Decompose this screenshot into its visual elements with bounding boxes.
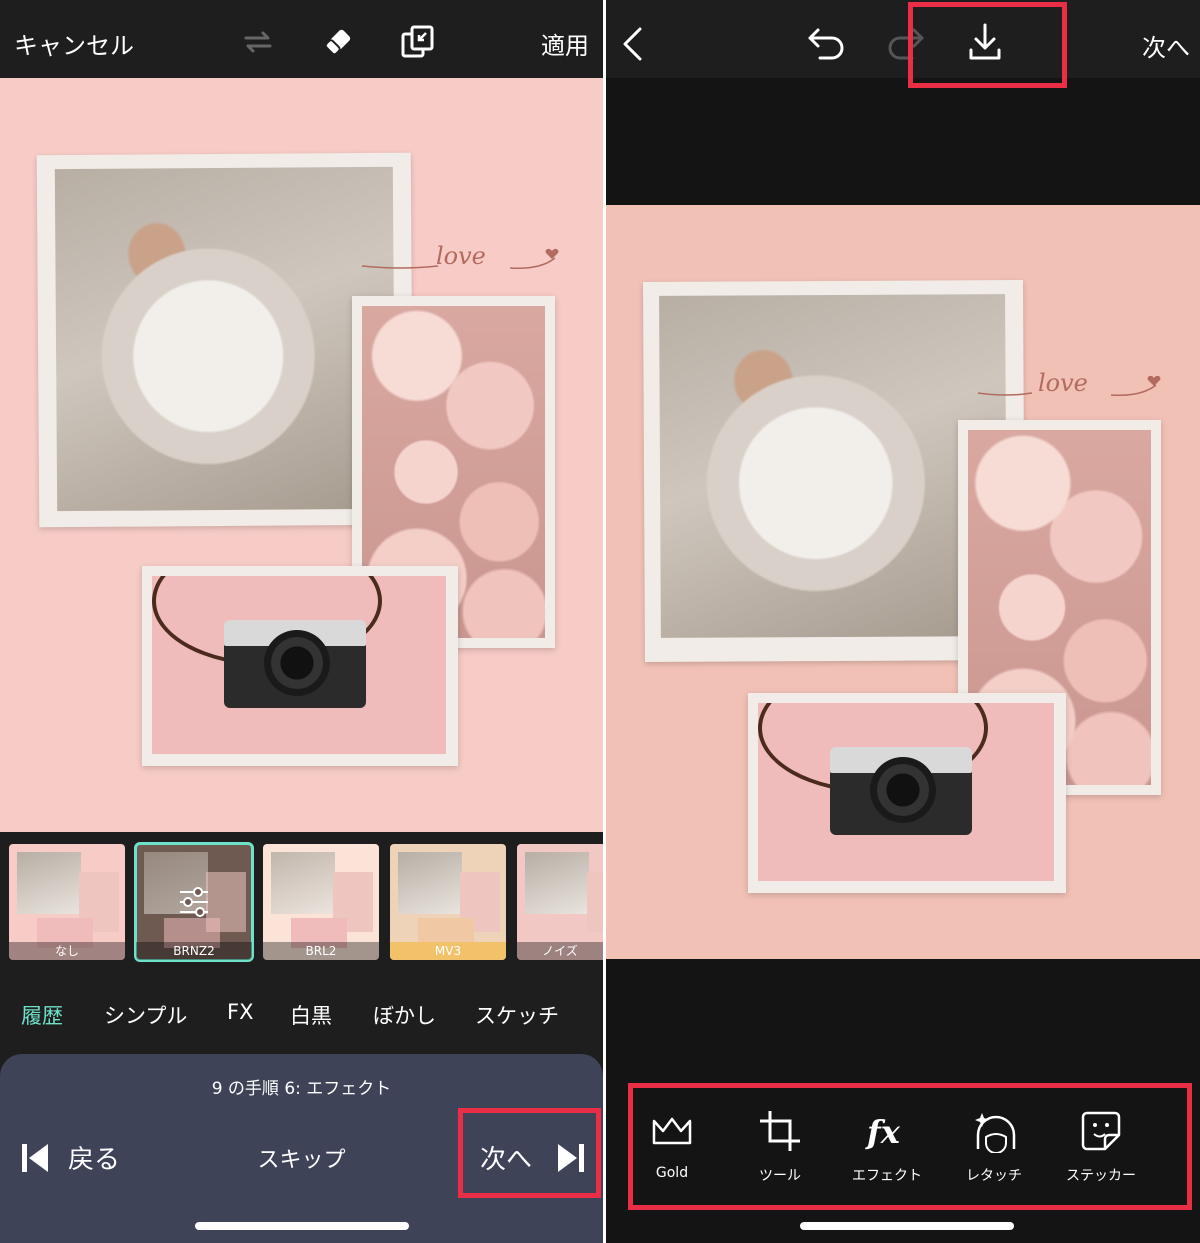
filter-thumb-brl2[interactable]: BRL2 [263,844,379,960]
filter-thumb-brnz2[interactable]: BRNZ2 [134,842,254,962]
cancel-button[interactable]: キャンセル [14,26,134,61]
next-button-highlight [458,1108,601,1198]
next-button[interactable]: 次へ [1142,28,1190,63]
collage-canvas: love [606,205,1200,959]
tab-simple[interactable]: シンプル [104,1000,187,1030]
filter-strip: なし BRNZ2 BRL2 MV3 ノイズ [0,832,603,972]
filter-label: ノイズ [517,942,603,960]
filter-editor-screen: キャンセル 適用 love なし BRNZ2 BRL2 MV3 ノイズ 履歴 シ… [0,0,603,1243]
filter-category-tabs: 履歴 シンプル FX 白黒 ぼかし スケッチ [0,972,603,1054]
compare-icon[interactable] [398,22,438,62]
filter-label: なし [9,942,125,960]
tab-blur[interactable]: ぼかし [373,1000,436,1030]
collage-canvas: love [0,78,603,832]
filter-label: MV3 [390,942,506,960]
filter-label: BRL2 [263,942,379,960]
tab-sketch[interactable]: スケッチ [475,1000,559,1030]
undo-icon[interactable] [806,26,846,60]
love-line-decoration [361,248,559,270]
swap-icon[interactable] [238,22,278,62]
camera-photo [142,566,458,766]
home-indicator [195,1222,409,1230]
top-toolbar: キャンセル 適用 [0,0,603,78]
tool-bar-highlight [628,1083,1192,1210]
adjust-sliders-icon[interactable] [176,884,212,920]
main-editor-screen: 次へ love Gold ツール fx エフェクト レタッチ ステッカー [606,0,1200,1243]
apply-button[interactable]: 適用 [541,26,589,61]
love-line-decoration [977,375,1161,397]
step-indicator: 9 の手順 6: エフェクト [211,1079,392,1099]
back-chevron-icon[interactable] [620,26,644,62]
filter-thumb-none[interactable]: なし [9,844,125,960]
home-indicator [800,1222,1014,1230]
download-highlight [908,2,1067,88]
eraser-icon[interactable] [318,22,358,62]
filter-thumb-noise[interactable]: ノイズ [517,844,603,960]
filter-label: BRNZ2 [136,942,252,960]
camera-photo [748,693,1066,893]
tab-black-white[interactable]: 白黒 [290,1000,332,1030]
tab-fx[interactable]: FX [227,1000,253,1024]
filter-thumb-mv3[interactable]: MV3 [390,844,506,960]
tab-history[interactable]: 履歴 [21,1000,63,1030]
top-toolbar: 次へ [606,0,1200,78]
